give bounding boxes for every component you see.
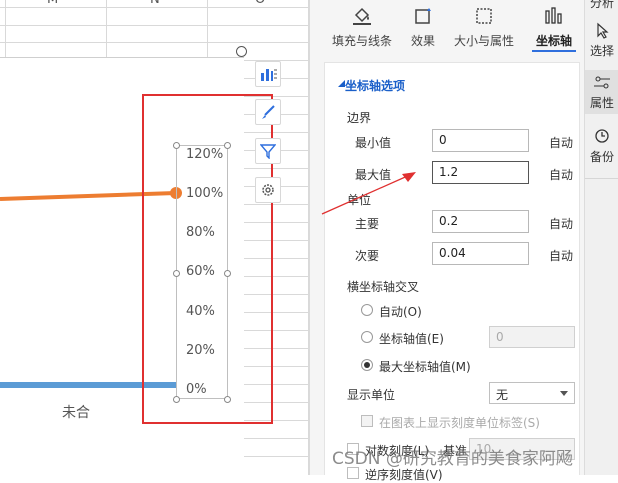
clock-icon bbox=[595, 129, 609, 143]
brush-icon bbox=[262, 105, 275, 119]
chart-filter-button[interactable] bbox=[255, 138, 281, 164]
paint-bucket-icon bbox=[353, 7, 371, 25]
cross-value-field[interactable]: 0 bbox=[489, 326, 575, 348]
chart-style-button[interactable] bbox=[255, 99, 281, 125]
minor-unit-field[interactable]: 0.04 bbox=[432, 242, 529, 265]
min-value-field[interactable]: 0 bbox=[432, 129, 529, 152]
cross-max-label[interactable]: 最大坐标轴值(M) bbox=[379, 358, 471, 375]
chart-elements-icon bbox=[261, 69, 277, 81]
tab-fill-line[interactable]: 填充与线条 bbox=[328, 6, 396, 49]
minor-auto-button[interactable]: 自动 bbox=[549, 247, 573, 264]
size-icon bbox=[476, 8, 492, 24]
chart-settings-button[interactable] bbox=[255, 177, 281, 203]
tab-label: 效果 bbox=[410, 34, 435, 48]
tab-label: 坐标轴 bbox=[535, 34, 572, 48]
tab-effects[interactable]: 效果 bbox=[406, 6, 440, 49]
sidebar-label: 选择 bbox=[589, 44, 614, 58]
property-panel: 填充与线条 效果 大小与属性 坐标轴 坐标轴选项 边界 最小值 0 自动 最大值… bbox=[309, 0, 584, 482]
highlight-box bbox=[142, 94, 273, 424]
cross-max-radio[interactable] bbox=[361, 359, 373, 371]
axis-options-body: 坐标轴选项 边界 最小值 0 自动 最大值 1.2 自动 单位 主要 0.2 自… bbox=[324, 62, 580, 482]
display-unit-value: 无 bbox=[496, 388, 509, 402]
display-unit-select[interactable]: 无 bbox=[489, 382, 575, 404]
column-header-m[interactable]: M bbox=[47, 0, 58, 6]
minor-label: 次要 bbox=[355, 249, 380, 263]
tab-label: 大小与属性 bbox=[453, 34, 514, 48]
sidebar-label: 分析 bbox=[589, 0, 614, 10]
filter-icon bbox=[260, 144, 276, 159]
max-value-field[interactable]: 1.2 bbox=[432, 161, 529, 184]
sidebar-item-backup[interactable]: 备份 bbox=[585, 128, 618, 168]
bounds-label: 边界 bbox=[347, 111, 372, 125]
cross-auto-label[interactable]: 自动(O) bbox=[379, 303, 422, 320]
sidebar-item-analysis[interactable]: 分析 bbox=[585, 0, 618, 11]
spreadsheet-area[interactable]: M N O bbox=[0, 0, 309, 475]
gear-icon bbox=[262, 184, 274, 196]
annotation-arrow bbox=[321, 172, 416, 215]
major-unit-field[interactable]: 0.2 bbox=[432, 210, 529, 233]
major-auto-button[interactable]: 自动 bbox=[549, 215, 573, 232]
category-axis-label: 未合 bbox=[62, 405, 90, 421]
column-header-n[interactable]: N bbox=[150, 0, 160, 6]
bar-axis-icon bbox=[545, 7, 562, 24]
rotate-handle[interactable] bbox=[236, 46, 247, 57]
cross-value-label[interactable]: 坐标轴值(E) bbox=[379, 330, 444, 347]
show-unit-label: 在图表上显示刻度单位标签(S) bbox=[379, 416, 540, 430]
section-title-axis-options[interactable]: 坐标轴选项 bbox=[345, 77, 405, 94]
tab-size-properties[interactable]: 大小与属性 bbox=[450, 6, 518, 49]
chevron-down-icon bbox=[560, 391, 568, 396]
sidebar-label: 属性 bbox=[589, 96, 614, 110]
min-label: 最小值 bbox=[355, 136, 392, 150]
max-auto-button[interactable]: 自动 bbox=[549, 166, 573, 183]
active-tab-indicator bbox=[532, 50, 576, 52]
sidebar-item-select[interactable]: 选择 bbox=[585, 22, 618, 62]
sidebar-divider bbox=[585, 178, 618, 179]
chart-elements-button[interactable] bbox=[255, 61, 281, 87]
watermark: CSDN @研究教育的美食家阿飏 bbox=[332, 449, 573, 469]
cursor-icon bbox=[597, 22, 609, 39]
sidebar-label: 备份 bbox=[589, 150, 614, 164]
show-unit-checkbox[interactable] bbox=[361, 415, 373, 427]
effects-icon bbox=[415, 8, 431, 24]
cross-label: 横坐标轴交叉 bbox=[347, 280, 420, 294]
cross-value-radio[interactable] bbox=[361, 331, 373, 343]
tab-label: 填充与线条 bbox=[331, 34, 392, 48]
cross-auto-radio[interactable] bbox=[361, 304, 373, 316]
sidebar-item-properties[interactable]: 属性 bbox=[585, 70, 618, 114]
display-unit-label: 显示单位 bbox=[347, 388, 396, 402]
min-auto-button[interactable]: 自动 bbox=[549, 134, 573, 151]
properties-icon bbox=[594, 76, 610, 89]
right-sidebar: 分析 选择 属性 备份 bbox=[584, 0, 618, 475]
tab-axis[interactable]: 坐标轴 bbox=[528, 6, 580, 49]
